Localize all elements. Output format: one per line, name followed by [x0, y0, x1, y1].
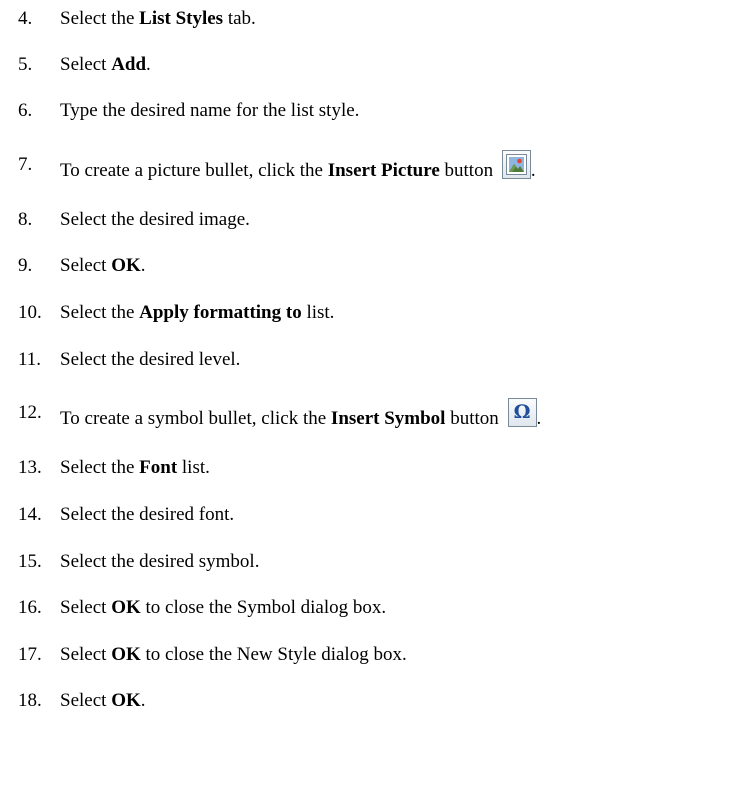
- step-text: To create a symbol bullet, click the Ins…: [60, 398, 541, 434]
- ui-term: OK: [111, 597, 141, 618]
- step-text-run: Select the desired symbol.: [60, 551, 260, 572]
- step-text-run: Select: [60, 597, 112, 618]
- step-number: 13.: [18, 457, 42, 478]
- step-text-run: Select the desired level.: [60, 349, 241, 370]
- ui-term: OK: [111, 255, 141, 276]
- step-number: 5.: [18, 54, 33, 75]
- step-text: Select the desired font.: [60, 500, 234, 530]
- step-item: 14. Select the desired font.: [0, 500, 733, 530]
- step-text-run: to close the Symbol dialog box.: [140, 597, 387, 618]
- step-text-run: .: [536, 408, 542, 429]
- step-text: Select the desired image.: [60, 205, 250, 235]
- step-text: Select OK.: [60, 251, 146, 281]
- step-text-run: Type the desired name for the list style…: [60, 100, 360, 121]
- step-text: Select OK to close the Symbol dialog box…: [60, 593, 386, 623]
- step-item: 5. Select Add.: [0, 50, 733, 80]
- step-text: Select Add.: [60, 50, 151, 80]
- step-text: Select the List Styles tab.: [60, 4, 256, 34]
- omega-glyph: Ω: [513, 401, 531, 423]
- step-text-run: list.: [301, 302, 335, 323]
- step-item: 7. To create a picture bullet, click the …: [0, 150, 733, 181]
- step-text: Select the Font list.: [60, 453, 210, 483]
- ui-term: Font: [139, 457, 178, 478]
- step-text-run: .: [140, 690, 146, 711]
- ui-term: OK: [111, 690, 141, 711]
- step-text: Type the desired name for the list style…: [60, 96, 359, 126]
- ui-term: OK: [111, 644, 141, 665]
- step-text: Select the desired level.: [60, 345, 240, 375]
- step-text-run: Select: [60, 644, 112, 665]
- step-text: To create a picture bullet, click the In…: [60, 150, 536, 186]
- step-text-run: Select the desired image.: [60, 209, 250, 230]
- step-text-run: Select the: [60, 8, 140, 29]
- step-text-run: To create a symbol bullet, click the: [60, 408, 331, 429]
- step-text-run: button: [439, 160, 498, 181]
- step-text-run: .: [146, 54, 151, 75]
- step-item: 15. Select the desired symbol.: [0, 547, 733, 577]
- step-text-run: Select the: [60, 302, 140, 323]
- step-number: 16.: [18, 597, 42, 618]
- step-number: 4.: [18, 8, 33, 29]
- step-text-run: to close the New Style dialog box.: [140, 644, 407, 665]
- step-number: 7.: [18, 154, 33, 175]
- step-number: 17.: [18, 644, 42, 665]
- step-item: 16. Select OK to close the Symbol dialog …: [0, 593, 733, 623]
- step-number: 18.: [18, 690, 42, 711]
- step-text-run: tab.: [223, 8, 256, 29]
- ui-term: Apply formatting to: [139, 302, 302, 323]
- step-number: 8.: [18, 209, 33, 230]
- step-text-run: .: [530, 160, 536, 181]
- step-text-run: .: [140, 255, 146, 276]
- step-item: 4. Select the List Styles tab.: [0, 4, 733, 34]
- step-number: 9.: [18, 255, 33, 276]
- step-text: Select OK.: [60, 686, 146, 716]
- step-text-run: Select: [60, 690, 112, 711]
- ui-term: Insert Symbol: [330, 408, 446, 429]
- ui-term: Add: [111, 54, 147, 75]
- step-text-run: Select: [60, 255, 112, 276]
- ui-term: List Styles: [139, 8, 224, 29]
- step-item: 10. Select the Apply formatting to list.: [0, 298, 733, 328]
- step-item: 8. Select the desired image.: [0, 205, 733, 235]
- insert-symbol-icon: Ω: [507, 398, 537, 427]
- step-item: 13. Select the Font list.: [0, 453, 733, 483]
- step-text: Select the Apply formatting to list.: [60, 298, 334, 328]
- step-text-run: list.: [177, 457, 210, 478]
- step-text-run: To create a picture bullet, click the: [60, 160, 328, 181]
- step-number: 6.: [18, 100, 33, 121]
- step-text-run: Select the desired font.: [60, 504, 235, 525]
- step-item: 11. Select the desired level.: [0, 345, 733, 375]
- step-number: 15.: [18, 551, 42, 572]
- step-item: 12. To create a symbol bullet, click the …: [0, 398, 733, 429]
- step-number: 10.: [18, 302, 42, 323]
- step-text: Select the desired symbol.: [60, 547, 259, 577]
- step-text-run: Select: [60, 54, 112, 75]
- step-text: Select OK to close the New Style dialog …: [60, 640, 407, 670]
- step-text-run: Select the: [60, 457, 140, 478]
- step-text-run: button: [445, 408, 504, 429]
- step-item: 18. Select OK.: [0, 686, 733, 716]
- ui-term: Insert Picture: [327, 160, 440, 181]
- step-number: 12.: [18, 402, 42, 423]
- step-item: 9. Select OK.: [0, 251, 733, 281]
- step-item: 17. Select OK to close the New Style dial…: [0, 640, 733, 670]
- step-number: 14.: [18, 504, 42, 525]
- insert-picture-icon: [501, 150, 531, 179]
- step-item: 6. Type the desired name for the list sty…: [0, 96, 733, 126]
- step-number: 11.: [18, 349, 42, 370]
